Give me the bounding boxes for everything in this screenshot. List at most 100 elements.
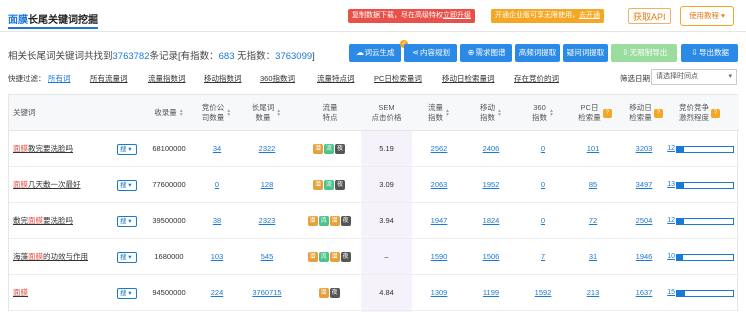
cell-360-index[interactable]: 0 [521, 203, 565, 239]
cell-mobile-index[interactable]: 1952 [469, 167, 513, 203]
keyword-link[interactable]: 海藻面膜的功效与作用 [13, 239, 88, 275]
cell-longtail[interactable]: 2322 [247, 131, 287, 167]
filter-mobile-index[interactable]: 移动指数词 [204, 73, 242, 84]
cell-traffic-index[interactable]: 2562 [417, 131, 461, 167]
filter-mobile-daily[interactable]: 移动日检索量词 [442, 73, 495, 84]
keyword-link[interactable]: 面膜几天敷一次最好 [13, 167, 81, 203]
search-dropdown[interactable]: 搜 ▾ [117, 216, 137, 227]
filter-pc-daily[interactable]: PC日检索量词 [374, 73, 422, 84]
cell-360-index[interactable]: 0 [521, 131, 565, 167]
header-mobile-daily[interactable]: 移动日 检索量? [621, 95, 671, 131]
hf-word-label: 高频词提取 [518, 48, 557, 57]
download-icon: ⇩ [621, 48, 629, 57]
help-icon[interactable]: ? [653, 108, 663, 118]
cell-volume: 94500000 [152, 288, 186, 297]
get-api-button[interactable]: 获取API [628, 8, 671, 24]
cell-bid-count[interactable]: 0 [201, 167, 233, 203]
cell-bid-count[interactable]: 103 [201, 239, 233, 275]
cell-traffic-index[interactable]: 1590 [417, 239, 461, 275]
content-plan-button[interactable]: ⋖内容规划 [404, 44, 457, 62]
sort-icon: ▲ ▼ [497, 108, 502, 118]
header-line: 流量 [428, 103, 443, 112]
search-dropdown[interactable]: 搜 ▾ [117, 144, 137, 155]
cell-traffic-index[interactable]: 2063 [417, 167, 461, 203]
indexed-count: 683 [218, 51, 235, 62]
header-longtail[interactable]: 长尾词 数量 ▲ ▼ [244, 95, 289, 131]
cell-360-index[interactable]: 0 [521, 167, 565, 203]
search-dropdown[interactable]: 搜 ▾ [117, 180, 137, 191]
graph-icon: ⊕ [467, 48, 475, 57]
word-cloud-button[interactable]: ☁词云生成 [349, 44, 401, 62]
filter-traffic[interactable]: 所有流量词 [90, 73, 128, 84]
tutorial-button[interactable]: 使用教程 ▾ [680, 6, 734, 26]
cell-bid-count[interactable]: 38 [201, 203, 233, 239]
competition-bar [676, 182, 734, 189]
search-dropdown[interactable]: 搜 ▾ [117, 288, 137, 299]
filter-traffic-feature[interactable]: 流量特点词 [317, 73, 355, 84]
cell-mobile-index[interactable]: 2406 [469, 131, 513, 167]
date-select[interactable]: 请选择时间点 ▾ [651, 69, 737, 85]
export-data-button[interactable]: ⇩导出数据 [681, 44, 738, 62]
cell-longtail[interactable]: 128 [247, 167, 287, 203]
cell-traffic-index[interactable]: 1309 [417, 275, 461, 311]
keyword-link[interactable]: 面膜 [13, 275, 28, 311]
summary-mid1: 条记录[有指数： [149, 51, 219, 62]
cell-pc-daily[interactable]: 101 [569, 131, 617, 167]
cell-bid-count[interactable]: 224 [201, 275, 233, 311]
header-competition[interactable]: 竞价竞争 激烈程度? [679, 95, 737, 131]
keyword-link[interactable]: 面膜教完要洗脸吗 [13, 131, 73, 167]
search-dropdown[interactable]: 搜 ▾ [117, 252, 137, 263]
cell-pc-daily[interactable]: 72 [569, 203, 617, 239]
cell-traffic-index[interactable]: 1947 [417, 203, 461, 239]
cell-longtail[interactable]: 2323 [247, 203, 287, 239]
table-row: 面膜 搜 ▾ 94500000 224 3760715 4.84 1309 1199 1592 2… [9, 275, 739, 311]
filter-360-index[interactable]: 360指数词 [260, 73, 295, 84]
cell-pc-daily[interactable]: 213 [569, 275, 617, 311]
cell-longtail[interactable]: 3760715 [247, 275, 287, 311]
keyword-link[interactable]: 敷完面膜要洗脸吗 [13, 203, 73, 239]
competition-bar [676, 254, 734, 261]
competition-value[interactable]: 12 [659, 131, 675, 167]
header-pc-daily[interactable]: PC日 检索量? [569, 95, 621, 131]
header-volume[interactable]: 收录量 ▲ ▼ [144, 95, 194, 131]
cell-bid-count[interactable]: 34 [201, 131, 233, 167]
header-360-index[interactable]: 360 指数 ▲ ▼ [521, 95, 565, 131]
help-icon[interactable]: ? [602, 108, 612, 118]
cell-longtail[interactable]: 545 [247, 239, 287, 275]
header-mobile-index[interactable]: 移动 指数 ▲ ▼ [469, 95, 513, 131]
feature-tag: 潜 [313, 144, 323, 154]
filter-traffic-index[interactable]: 流量指数词 [148, 73, 186, 84]
unlimited-export-button[interactable]: ⇩无限制导出 [611, 44, 677, 62]
help-icon[interactable]: ? [711, 108, 720, 118]
sort-icon: ▲ ▼ [178, 108, 184, 118]
header-keyword: 关键词 [13, 95, 113, 131]
cell-mobile-index[interactable]: 1199 [469, 275, 513, 311]
header-traffic-index[interactable]: 流量 指数 ▲ ▼ [417, 95, 461, 131]
cell-360-index[interactable]: 1592 [521, 275, 565, 311]
competition-value[interactable]: 15 [659, 275, 675, 311]
header-competition-text: 竞价竞争 激烈程度 [679, 103, 709, 123]
filter-all[interactable]: 所有词 [48, 73, 71, 84]
upgrade-link[interactable]: 立即升级 [443, 12, 471, 19]
keyword-highlight: 面膜 [28, 252, 43, 261]
demand-graph-button[interactable]: ⊕需求图谱 [460, 44, 512, 62]
competition-value[interactable]: 10 [659, 239, 675, 275]
header-bid-count[interactable]: 竞价公 司数量 ▲ ▼ [194, 95, 239, 131]
competition-value[interactable]: 12 [659, 203, 675, 239]
cell-pc-daily[interactable]: 85 [569, 167, 617, 203]
feature-tag: 夜 [335, 180, 345, 190]
filter-bid[interactable]: 存在竞价的词 [514, 73, 559, 84]
upgrade-notice-text: 复制数据下载，尽在高级特权 [352, 12, 443, 19]
cell-pc-daily[interactable]: 31 [569, 239, 617, 275]
competition-value[interactable]: 13 [659, 167, 675, 203]
cell-360-index[interactable]: 7 [521, 239, 565, 275]
question-word-button[interactable]: 疑问词提取 [563, 44, 608, 62]
cell-volume: 1680000 [154, 252, 184, 261]
cell-mobile-index[interactable]: 1824 [469, 203, 513, 239]
hf-word-button[interactable]: 高频词提取 [515, 44, 560, 62]
enterprise-link[interactable]: 去开通 [579, 12, 600, 19]
competition-bar-fill [677, 291, 686, 296]
table-row: 面膜教完要洗脸吗 搜 ▾ 68100000 34 2322 5.19 2562 2406 0 10… [9, 131, 739, 167]
cell-mobile-index[interactable]: 1506 [469, 239, 513, 275]
demand-graph-label: 需求图谱 [475, 48, 506, 57]
